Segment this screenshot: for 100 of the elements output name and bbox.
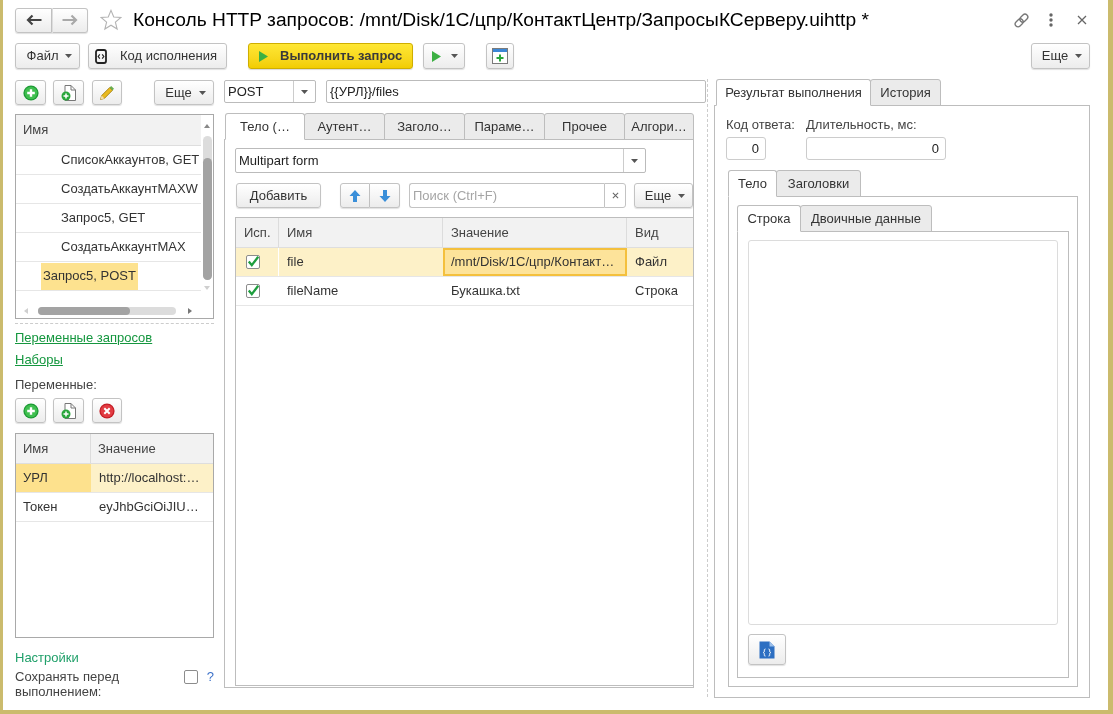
- variables-label: Переменные:: [15, 377, 97, 392]
- table-cell-text: file: [287, 253, 304, 272]
- caret-icon: [451, 54, 458, 58]
- play-icon: [259, 50, 268, 62]
- checkbox[interactable]: [183, 670, 198, 684]
- save-before-run-label: Сохранять перед выполнением:: [15, 669, 121, 699]
- new-window-button[interactable]: [486, 43, 514, 69]
- back-arrow-icon: [25, 14, 42, 26]
- caret-icon: [631, 158, 638, 163]
- edit-button[interactable]: [92, 80, 122, 105]
- table-row[interactable]: УРЛ http://localhost:…: [16, 464, 213, 493]
- link-icon[interactable]: [1013, 11, 1030, 29]
- tab[interactable]: Заголо…: [384, 113, 465, 140]
- caret-icon: [65, 54, 73, 58]
- star-icon[interactable]: [100, 9, 122, 31]
- duration-label: Длительность, мс:: [806, 117, 917, 132]
- more-button[interactable]: Еще: [1031, 43, 1090, 69]
- table-cell-text: Букашка.txt: [451, 282, 520, 301]
- up-arrow-icon: [349, 188, 361, 203]
- code-file-button[interactable]: [748, 634, 786, 665]
- table-cell-text: Токен: [23, 498, 58, 517]
- column-header: Имя: [23, 439, 49, 458]
- checkbox[interactable]: [246, 255, 260, 269]
- file-menu-button[interactable]: Файл: [15, 43, 80, 69]
- add-button[interactable]: Добавить: [236, 183, 321, 208]
- add-icon: [22, 402, 39, 419]
- search-field[interactable]: Поиск (Ctrl+F): [409, 183, 604, 208]
- link[interactable]: Переменные запросов: [15, 330, 153, 345]
- delete-button[interactable]: [92, 398, 122, 423]
- caret-icon: [1075, 54, 1083, 58]
- column-header: Значение: [98, 439, 156, 458]
- caret-icon: [301, 89, 308, 94]
- pencil-icon: [99, 84, 115, 101]
- tab[interactable]: Строка: [737, 205, 801, 232]
- table-cell-text: Строка: [635, 282, 678, 301]
- add-button[interactable]: [15, 80, 46, 105]
- more-button[interactable]: Еще: [154, 80, 214, 105]
- tab[interactable]: Тело: [728, 170, 777, 197]
- move-down-button[interactable]: [370, 183, 400, 208]
- document-add-icon: [60, 402, 77, 419]
- method-dropdown[interactable]: POST: [224, 80, 316, 103]
- response-code-label: Код ответа:: [726, 117, 795, 132]
- table-cell-text: http://localhost:…: [99, 469, 200, 488]
- tab[interactable]: Двоичные данные: [800, 205, 932, 232]
- copy-button[interactable]: [53, 398, 84, 423]
- tab[interactable]: История: [870, 79, 941, 106]
- clear-search-button[interactable]: [604, 183, 626, 208]
- tree-item[interactable]: СписокАккаунтов, GET: [59, 146, 202, 174]
- play-icon: [432, 50, 441, 62]
- add-button[interactable]: [15, 398, 46, 423]
- body-type-dropdown[interactable]: Multipart form: [235, 148, 646, 173]
- add-icon: [22, 84, 39, 101]
- code-file-icon: [759, 640, 775, 659]
- tree-item[interactable]: СоздатьАккаунтMAX: [59, 233, 188, 261]
- down-arrow-icon: [378, 188, 391, 203]
- copy-button[interactable]: [53, 80, 84, 105]
- add-window-icon: [492, 48, 508, 64]
- forward-arrow-icon: [62, 14, 78, 26]
- table-cell-text: УРЛ: [23, 469, 48, 488]
- code-icon: [95, 48, 107, 64]
- more-button[interactable]: Еще: [634, 183, 693, 208]
- tab[interactable]: Параме…: [464, 113, 545, 140]
- tree-item[interactable]: СоздатьАккаунтMAXW: [59, 175, 200, 203]
- settings-heading: Настройки: [15, 650, 79, 665]
- table-cell-text: /mnt/Disk/1C/цпр/Контакт…: [451, 253, 615, 272]
- help-link[interactable]: ?: [206, 669, 214, 684]
- tab[interactable]: Результат выполнения: [716, 79, 871, 106]
- link[interactable]: Наборы: [15, 352, 63, 367]
- tab[interactable]: Тело (…: [225, 113, 305, 140]
- caret-icon: [198, 90, 206, 95]
- table-cell-text: eyJhbGciOiJIU…: [99, 498, 199, 517]
- window-title: Консоль HTTP запросов: /mnt/Disk/1C/цпр/КонтактЦентр/ЗапросыКСерверу.uihttp *: [133, 7, 869, 32]
- move-up-button[interactable]: [340, 183, 370, 208]
- table-cell-text: Файл: [635, 253, 667, 272]
- caret-icon: [678, 193, 686, 198]
- close-icon[interactable]: [1077, 15, 1087, 25]
- tab[interactable]: Прочее: [544, 113, 625, 140]
- back-button[interactable]: [15, 7, 52, 33]
- column-header: Имя: [23, 121, 49, 140]
- document-add-icon: [60, 84, 77, 101]
- table-cell-text: fileName: [287, 282, 339, 301]
- table-row[interactable]: file /mnt/Disk/1C/цпр/Контакт… Файл: [236, 248, 693, 277]
- url-field[interactable]: {{УРЛ}}/files: [326, 80, 706, 103]
- run-request-button[interactable]: Выполнить запрос: [248, 43, 413, 69]
- delete-icon: [99, 402, 115, 419]
- column-header: Значение: [451, 223, 509, 242]
- column-header: Имя: [287, 223, 313, 242]
- run-options-button[interactable]: [423, 43, 465, 69]
- more-icon[interactable]: [1049, 13, 1053, 27]
- tab[interactable]: Заголовки: [776, 170, 861, 197]
- tree-item[interactable]: Запрос5, GET: [59, 204, 148, 232]
- duration-field[interactable]: 0: [806, 137, 946, 160]
- column-header: Вид: [635, 223, 659, 242]
- checkbox[interactable]: [246, 284, 260, 298]
- tab[interactable]: Алгори…: [624, 113, 694, 140]
- execution-code-button[interactable]: Код исполнения: [88, 43, 227, 69]
- clear-icon: [611, 192, 619, 199]
- tree-item[interactable]: Запрос5, POST: [41, 262, 138, 290]
- response-code-field[interactable]: 0: [726, 137, 766, 160]
- column-header: Исп.: [244, 223, 271, 242]
